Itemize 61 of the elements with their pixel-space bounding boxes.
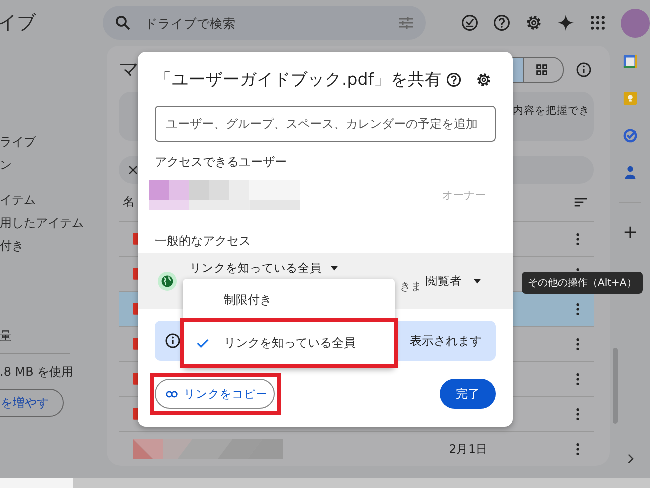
done-button[interactable]: 完了: [440, 379, 496, 409]
task-check-icon[interactable]: [622, 128, 638, 143]
sidebar-item[interactable]: ン: [0, 154, 12, 177]
person-icon[interactable]: [622, 165, 638, 180]
file-row[interactable]: 2月1日: [119, 431, 594, 466]
copy-link-button[interactable]: リンクをコピー: [155, 379, 275, 409]
modified-date: 2月1日: [449, 442, 488, 456]
add-people-field[interactable]: ユーザー、グループ、スペース、カレンダーの予定を追加: [155, 106, 496, 142]
section-heading: アクセスできるユーザー: [155, 154, 288, 171]
notice-text: 内容を把握でき: [513, 104, 590, 119]
caret-icon: [474, 278, 481, 284]
caret-icon: [331, 266, 338, 271]
more-options-icon[interactable]: [576, 232, 580, 246]
menu-item-label: 制限付き: [224, 292, 272, 308]
column-header[interactable]: 名: [123, 194, 135, 211]
storage-title: 量: [0, 328, 12, 345]
get-storage-button[interactable]: を増やす: [0, 389, 64, 417]
search-input[interactable]: ドライブで検索: [143, 14, 386, 32]
help-icon[interactable]: [446, 72, 462, 88]
menu-item[interactable]: リンクを知っている全員: [184, 322, 394, 364]
page-title: マ: [119, 56, 139, 83]
search-icon: [115, 15, 132, 31]
owner-role: オーナー: [442, 188, 486, 202]
link-icon: [166, 390, 178, 398]
sidebar-item[interactable]: 付き: [0, 235, 24, 258]
more-options-icon[interactable]: [576, 338, 580, 350]
dialog-title: 「ユーザーガイドブック.pdf」を共有: [155, 69, 444, 91]
more-options-icon[interactable]: [576, 442, 580, 456]
sidebar-item[interactable]: イテム: [0, 189, 36, 212]
more-options-icon[interactable]: [576, 302, 580, 316]
info-icon[interactable]: [576, 62, 592, 78]
sidebar-item[interactable]: 用したアイテム: [0, 212, 84, 235]
storage-usage: .8 MB を使用: [0, 364, 74, 381]
settings-icon[interactable]: [525, 14, 543, 32]
access-dropdown[interactable]: リンクを知っている全員: [190, 261, 338, 276]
menu-item-label: リンクを知っている全員: [224, 334, 356, 352]
help-icon[interactable]: [493, 14, 511, 32]
info-text: 表示されます: [410, 332, 482, 350]
chevron-right-icon[interactable]: [626, 454, 634, 464]
sidebar-item[interactable]: ライブ: [0, 131, 36, 154]
clear-filter-button[interactable]: ×: [127, 162, 140, 178]
globe-icon: [158, 272, 177, 290]
apps-grid-icon[interactable]: [589, 14, 607, 32]
more-options-icon[interactable]: [576, 372, 580, 386]
check-circle-icon[interactable]: [461, 14, 479, 32]
section-heading: 一般的なアクセス: [155, 233, 252, 250]
grid-view-icon[interactable]: [536, 64, 548, 76]
role-dropdown[interactable]: 閲覧者: [426, 274, 481, 288]
access-description: きま: [400, 279, 422, 294]
check-icon: [197, 338, 209, 348]
horizontal-scrollbar[interactable]: [73, 478, 650, 488]
more-options-icon[interactable]: [576, 408, 580, 420]
search-field[interactable]: ドライブで検索: [103, 6, 426, 40]
calendar-icon[interactable]: [622, 54, 638, 69]
sparkle-icon[interactable]: [557, 14, 575, 32]
info-icon: [165, 333, 181, 349]
settings-icon[interactable]: [476, 72, 492, 88]
plus-icon[interactable]: [622, 225, 638, 240]
sort-icon[interactable]: [574, 196, 588, 208]
menu-item[interactable]: 制限付き: [183, 279, 395, 321]
tooltip: その他の操作（Alt+A）: [522, 272, 643, 294]
